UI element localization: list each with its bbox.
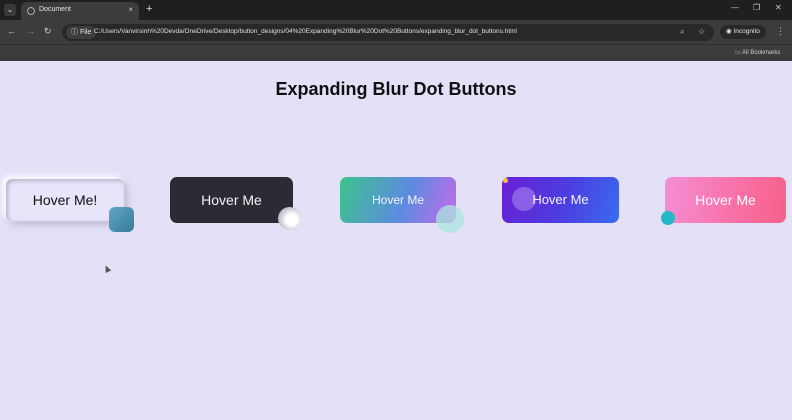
blur-dot (436, 205, 464, 233)
all-bookmarks-button[interactable]: ▭ All Bookmarks (735, 49, 780, 56)
close-window-icon[interactable]: ✕ (775, 3, 782, 12)
site-info-chip[interactable]: ⓘ File (66, 26, 97, 39)
tab-search-button[interactable]: ⌄ (4, 4, 16, 16)
page-title: Expanding Blur Dot Buttons (275, 79, 517, 99)
tab-close-button[interactable]: × (128, 5, 133, 14)
button-label: Hover Me (201, 192, 262, 208)
browser-tab-strip: ⌄ Document × + — ❐ ✕ (0, 0, 792, 20)
tab-title: Document (39, 6, 71, 13)
url-text[interactable]: C:/Users/Vanvirsinh%20Devda/OneDrive/Des… (94, 28, 517, 35)
incognito-label: Incognito (733, 28, 760, 35)
new-tab-button[interactable]: + (146, 3, 152, 15)
blur-dot (109, 207, 134, 232)
neumorphic-hover-button[interactable]: Hover Me! (6, 179, 134, 232)
page-content: Expanding Blur Dot Buttons Hover Me! Hov… (0, 61, 792, 420)
button-label: Hover Me (532, 192, 589, 207)
gradient-green-hover-button[interactable]: Hover Me (340, 177, 464, 233)
browser-tab[interactable]: Document × (21, 2, 139, 20)
button-label: Hover Me (695, 192, 756, 208)
site-info-label: File (79, 29, 92, 36)
bookmarks-bar: ▭ All Bookmarks (0, 44, 792, 61)
bookmark-star-icon[interactable]: ☆ (698, 27, 705, 36)
more-menu-icon[interactable]: ⋮ (776, 26, 785, 37)
incognito-indicator[interactable]: ◉ Incognito (720, 25, 766, 39)
mouse-cursor-icon (102, 264, 112, 273)
minimize-icon[interactable]: — (731, 3, 739, 12)
restore-icon[interactable]: ❐ (753, 3, 760, 12)
zoom-icon[interactable]: ⌕ (680, 27, 684, 37)
globe-icon (27, 7, 35, 15)
reload-icon[interactable]: ↻ (44, 26, 52, 37)
gradient-pink-hover-button[interactable]: Hover Me (661, 177, 786, 225)
blur-dot (278, 207, 301, 230)
small-dot (503, 178, 508, 183)
address-bar[interactable]: ⓘ File C:/Users/Vanvirsinh%20Devda/OneDr… (62, 24, 714, 41)
blur-dot (661, 211, 675, 225)
forward-arrow-icon[interactable]: → (26, 26, 35, 36)
all-bookmarks-label: All Bookmarks (742, 50, 781, 56)
button-label: Hover Me (371, 193, 424, 207)
gradient-purple-hover-button[interactable]: Hover Me (502, 177, 619, 223)
browser-toolbar: ← → ↻ ⓘ File C:/Users/Vanvirsinh%20Devda… (0, 20, 792, 44)
dark-hover-button[interactable]: Hover Me (170, 177, 301, 230)
button-label: Hover Me! (32, 192, 98, 208)
back-arrow-icon[interactable]: ← (7, 26, 16, 36)
